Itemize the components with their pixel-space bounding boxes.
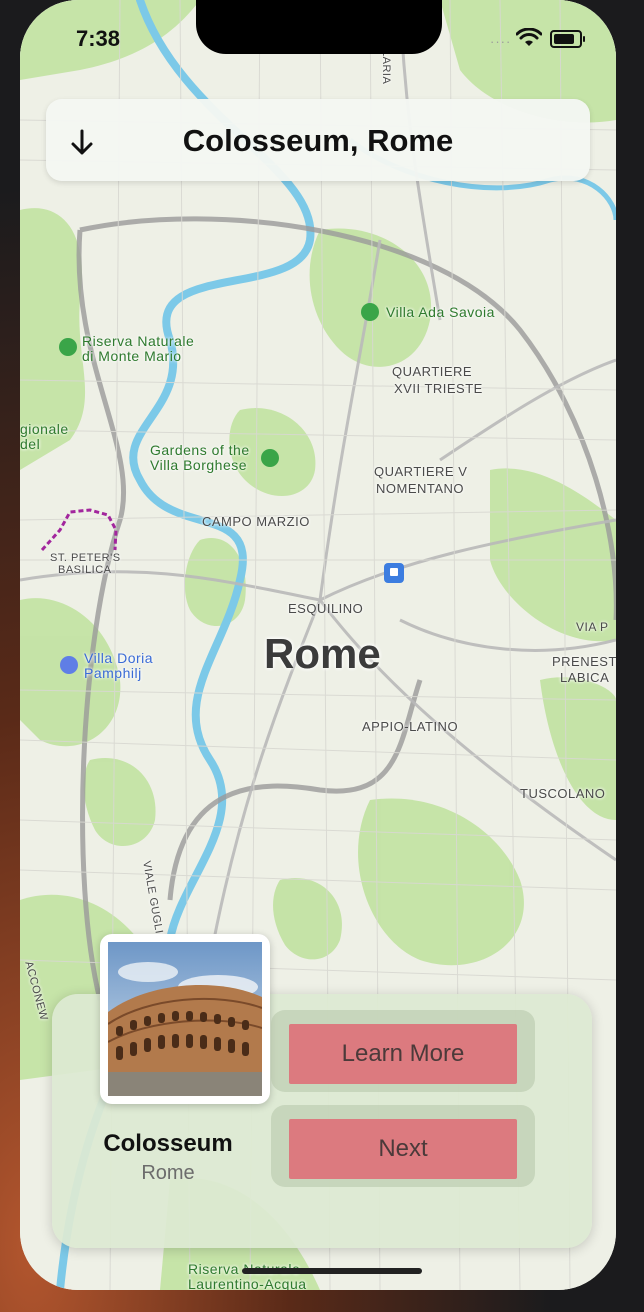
- map-label-tuscolano: TUSCOLANO: [520, 786, 606, 801]
- cellular-signal-icon: ····: [490, 34, 512, 49]
- map-city-label: Rome: [264, 630, 381, 677]
- map-label-regionale-2: del: [20, 436, 41, 452]
- learn-more-button[interactable]: Learn More: [289, 1024, 517, 1084]
- map-label-prenest-1: PRENEST: [552, 654, 616, 669]
- map-label-villa-doria-2: Pamphilj: [84, 665, 142, 681]
- place-subtitle: Rome: [141, 1162, 195, 1184]
- map-label-trieste-2: XVII TRIESTE: [394, 381, 483, 396]
- map-label-trieste-1: QUARTIERE: [392, 364, 473, 379]
- status-bar: 7:38 ····: [20, 0, 616, 80]
- map-label-st-peters-1: ST. PETER'S: [50, 552, 121, 564]
- map-label-prenest-2: LABICA: [560, 670, 610, 685]
- map-label-villa-ada: Villa Ada Savoia: [386, 304, 495, 320]
- status-time: 7:38: [76, 26, 121, 51]
- map-label-nomentano-1: QUARTIERE V: [374, 464, 468, 479]
- map-label-gardens-2: Villa Borghese: [150, 457, 248, 473]
- map-label-appio: APPIO-LATINO: [362, 719, 459, 734]
- map-label-gardens-1: Gardens of the: [150, 442, 250, 458]
- device-notch: [196, 0, 442, 54]
- map-label-riserva-1: Riserva Naturale: [82, 333, 195, 349]
- battery-icon: [550, 30, 585, 48]
- map-label-villa-doria-1: Villa Doria: [84, 650, 154, 666]
- map-label-riserva-bottom-2: Laurentino-Acqua: [188, 1276, 307, 1290]
- next-container: Next: [271, 1105, 535, 1187]
- learn-more-container: Learn More: [271, 1010, 535, 1092]
- map-label-campo-marzio: CAMPO MARZIO: [202, 514, 310, 529]
- place-name: Colosseum: [103, 1130, 233, 1157]
- wifi-icon: [516, 28, 542, 46]
- colosseum-image: [108, 942, 262, 1096]
- location-header: Colosseum, Rome: [46, 99, 590, 181]
- phone-screen: Villa Ada Savoia Riserva Naturale di Mon…: [20, 0, 616, 1290]
- park-icon: [361, 303, 379, 321]
- place-photo[interactable]: [100, 934, 270, 1104]
- map-label-via-p: VIA P: [576, 620, 609, 634]
- map-label-riserva-2: di Monte Mario: [82, 348, 182, 364]
- map-label-nomentano-2: NOMENTANO: [376, 481, 465, 496]
- map-label-st-peters-2: BASILICA: [58, 564, 112, 576]
- map-label-regionale-1: gionale: [20, 421, 69, 437]
- arrow-down-icon[interactable]: [66, 123, 98, 159]
- home-indicator[interactable]: [242, 1268, 422, 1274]
- next-button[interactable]: Next: [289, 1119, 517, 1179]
- map-label-esquilino: ESQUILINO: [288, 601, 364, 616]
- header-title: Colosseum, Rome: [182, 123, 454, 158]
